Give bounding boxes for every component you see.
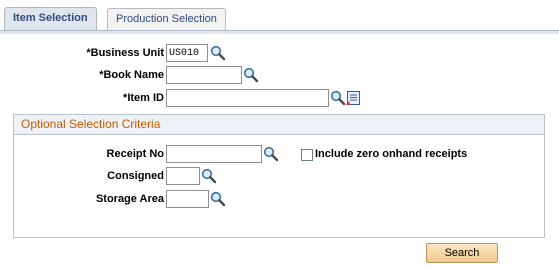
magnifier-icon[interactable] (201, 168, 217, 184)
tab-item-selection[interactable]: Item Selection (4, 7, 97, 31)
include-zero-label: Include zero onhand receipts (315, 148, 468, 160)
storage-area-input[interactable] (166, 190, 209, 208)
magnifier-icon[interactable] (263, 146, 279, 162)
magnifier-icon[interactable] (330, 90, 346, 106)
item-id-label-text: Item ID (127, 92, 164, 104)
optional-criteria-title: Optional Selection Criteria (14, 115, 544, 135)
tab-strip-divider (0, 30, 559, 34)
tab-production-selection[interactable]: Production Selection (107, 8, 226, 31)
storage-area-label: Storage Area (95, 193, 164, 205)
receipt-no-label: Receipt No (106, 148, 164, 160)
magnifier-icon[interactable] (210, 191, 226, 207)
receipt-no-input[interactable] (166, 145, 262, 163)
search-button[interactable]: Search (426, 243, 498, 263)
item-id-input[interactable] (166, 89, 329, 107)
include-zero-checkbox[interactable] (301, 149, 313, 161)
magnifier-icon[interactable] (210, 45, 226, 61)
business-unit-label-text: Business Unit (90, 47, 164, 59)
optional-criteria-group: Optional Selection Criteria (13, 114, 545, 238)
book-name-label-text: Book Name (103, 69, 164, 81)
detail-page-icon[interactable] (345, 90, 361, 106)
item-id-label: *Item ID (123, 92, 164, 104)
business-unit-label: *Business Unit (86, 47, 164, 59)
book-name-label: *Book Name (99, 69, 164, 81)
magnifier-icon[interactable] (243, 67, 259, 83)
consigned-input[interactable] (166, 167, 200, 185)
consigned-label: Consigned (107, 170, 164, 182)
business-unit-input[interactable] (166, 44, 208, 62)
book-name-input[interactable] (166, 66, 242, 84)
